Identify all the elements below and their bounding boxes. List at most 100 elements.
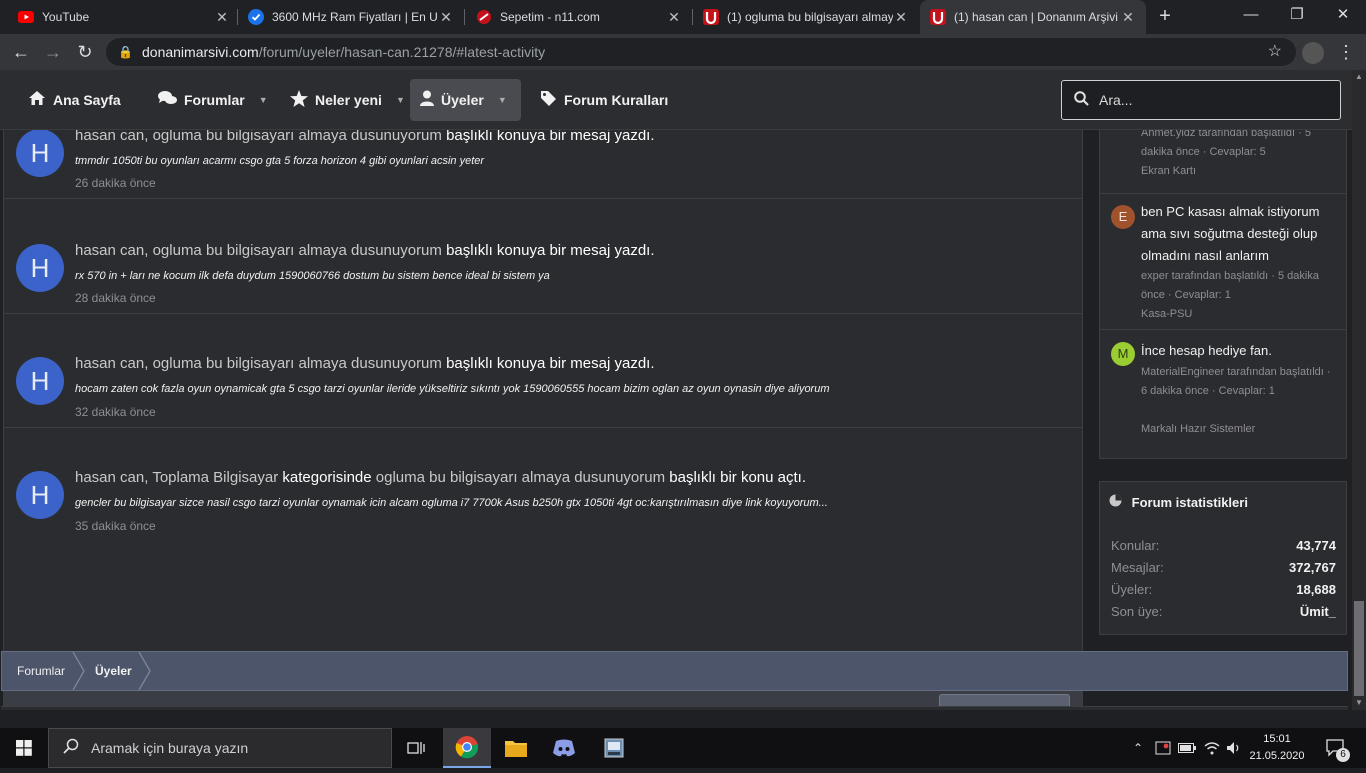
post-time[interactable]: 28 dakika önce — [75, 291, 156, 305]
battery-icon[interactable] — [1176, 728, 1198, 768]
search-placeholder: Ara... — [1099, 92, 1133, 108]
search-icon — [1074, 90, 1089, 110]
newest-member-link[interactable]: Ümit_ — [1300, 604, 1336, 619]
chevron-down-icon[interactable]: ▼ — [259, 95, 268, 105]
back-icon[interactable]: ← — [8, 39, 34, 65]
close-tab-icon[interactable]: ✕ — [438, 9, 454, 26]
tab-ram-prices[interactable]: 3600 MHz Ram Fiyatları | En Uc ✕ — [238, 0, 464, 34]
list-item: H hasan can, ogluma bu bilgisayarı almay… — [4, 199, 1082, 314]
tab-n11[interactable]: Sepetim - n11.com ✕ — [466, 0, 692, 34]
new-tab-icon[interactable]: + — [1152, 4, 1178, 30]
tab-hasan-can-profile[interactable]: (1) hasan can | Donanım Arşivi ✕ — [920, 0, 1146, 34]
discord-icon[interactable] — [540, 728, 588, 768]
thread-link[interactable]: ogluma bu bilgisayarı almaya dusunuyorum — [376, 469, 665, 486]
thread-forum-link[interactable]: Kasa-PSU — [1141, 305, 1337, 324]
avatar[interactable]: H — [16, 244, 64, 292]
chrome-menu-icon[interactable]: ⋮ — [1336, 39, 1356, 65]
minimize-icon[interactable]: — — [1228, 0, 1274, 32]
stat-label: Konular: — [1111, 538, 1160, 553]
thread-link[interactable]: ogluma bu bilgisayarı almaya dusunuyorum — [153, 355, 442, 372]
site-nav: Ana Sayfa Forumlar ▼ Neler yeni ▼ Üyeler… — [0, 70, 1352, 130]
nav-label: Forumlar — [184, 92, 245, 108]
post-snippet[interactable]: tmmdır 1050ti bu oyunları acarmı csgo gt… — [75, 155, 484, 167]
reload-icon[interactable]: ↻ — [72, 39, 98, 65]
windows-taskbar: Aramak için buraya yazın ⌃ 15:01 21.05.2… — [0, 728, 1366, 768]
stat-value: 18,688 — [1296, 582, 1336, 597]
nav-forum-rules[interactable]: Forum Kuralları — [530, 79, 678, 121]
action-text: başlıklı bir konu açtı. — [665, 469, 806, 486]
activity-headline: hasan can, ogluma bu bilgisayarı almaya … — [75, 355, 655, 372]
tray-chevron-up-icon[interactable]: ⌃ — [1128, 728, 1148, 768]
nav-whats-new[interactable]: Neler yeni ▼ — [280, 79, 415, 121]
nav-members[interactable]: Üyeler ▼ — [410, 79, 521, 121]
user-link[interactable]: hasan can — [75, 130, 144, 144]
close-window-icon[interactable]: ✕ — [1320, 0, 1366, 32]
chevron-down-icon[interactable]: ▼ — [396, 95, 405, 105]
separator-text: , — [144, 242, 153, 259]
page-scrollbar[interactable]: ▲ ▼ — [1352, 70, 1366, 710]
task-view-icon[interactable] — [392, 728, 440, 768]
scroll-down-icon[interactable]: ▼ — [1352, 696, 1366, 710]
post-snippet[interactable]: rx 570 in + ları ne kocum ilk defa duydu… — [75, 270, 550, 282]
nav-home[interactable]: Ana Sayfa — [18, 79, 131, 121]
notification-center-icon[interactable]: 6 — [1318, 728, 1354, 768]
latest-activity-feed: H hasan can, ogluma bu bilgisayarı almay… — [3, 130, 1083, 710]
thread-forum-link[interactable]: Ekran Kartı — [1141, 162, 1337, 181]
breadcrumb-item-forums[interactable]: Forumlar — [17, 652, 65, 690]
tray-app-icon[interactable] — [1152, 728, 1174, 768]
thread-title-link[interactable]: İnce hesap hediye fan. — [1141, 340, 1337, 362]
post-time[interactable]: 26 dakika önce — [75, 176, 156, 190]
post-time[interactable]: 35 dakika önce — [75, 519, 156, 533]
close-tab-icon[interactable]: ✕ — [214, 9, 230, 26]
bookmark-star-icon[interactable]: ☆ — [1268, 38, 1282, 66]
thread-meta: Ahmet.yldz tarafından başlatıldı · 5 — [1141, 130, 1311, 139]
nav-label: Neler yeni — [315, 92, 382, 108]
user-link[interactable]: hasan can — [75, 469, 144, 486]
tab-forum-thread[interactable]: (1) ogluma bu bilgisayarı almay ✕ — [693, 0, 919, 34]
taskbar-search-input[interactable]: Aramak için buraya yazın — [48, 728, 392, 768]
close-tab-icon[interactable]: ✕ — [666, 9, 682, 26]
thread-title-link[interactable]: ben PC kasası almak istiyorum ama sıvı s… — [1141, 201, 1337, 267]
avatar[interactable]: H — [16, 471, 64, 519]
volume-icon[interactable] — [1222, 728, 1246, 768]
post-time[interactable]: 32 dakika önce — [75, 405, 156, 419]
avatar[interactable]: E — [1111, 205, 1135, 229]
scrollbar-thumb[interactable] — [1354, 601, 1364, 696]
thread-link[interactable]: ogluma bu bilgisayarı almaya dusunuyorum — [153, 130, 442, 144]
profile-avatar[interactable] — [1302, 42, 1324, 64]
thread-meta: exper tarafından başlatıldı · 5 dakika ö… — [1141, 270, 1319, 301]
taskbar-clock[interactable]: 15:01 21.05.2020 — [1248, 731, 1306, 765]
chrome-taskbar-icon[interactable] — [443, 728, 491, 768]
category-link[interactable]: Toplama Bilgisayar — [152, 469, 278, 486]
forward-icon[interactable]: → — [40, 39, 66, 65]
windows-start-button[interactable] — [0, 728, 48, 768]
post-snippet[interactable]: gencler bu bilgisayar sizce nasil csgo t… — [75, 497, 828, 509]
scroll-up-icon[interactable]: ▲ — [1352, 70, 1366, 84]
file-explorer-icon[interactable] — [492, 728, 540, 768]
avatar[interactable]: H — [16, 130, 64, 177]
thread-forum-link[interactable]: Markalı Hazır Sistemler — [1141, 420, 1337, 439]
tab-youtube[interactable]: YouTube ✕ — [8, 0, 240, 34]
stat-row: Son üye: Ümit_ — [1111, 604, 1336, 619]
address-bar[interactable]: 🔒 donanimarsivi.com/forum/uyeler/hasan-c… — [106, 38, 1296, 66]
app-window-icon[interactable] — [590, 728, 638, 768]
nav-forums[interactable]: Forumlar ▼ — [148, 79, 278, 121]
action-text: başlıklı konuya bir mesaj yazdı. — [441, 242, 655, 259]
wifi-icon[interactable] — [1200, 728, 1224, 768]
breadcrumb-item-members[interactable]: Üyeler — [95, 652, 132, 690]
close-tab-icon[interactable]: ✕ — [1120, 9, 1136, 26]
stat-value: 372,767 — [1289, 560, 1336, 575]
user-link[interactable]: hasan can — [75, 355, 144, 372]
stat-row: Üyeler: 18,688 — [1111, 582, 1336, 597]
restore-icon[interactable]: ❐ — [1274, 0, 1320, 32]
chevron-down-icon[interactable]: ▼ — [498, 95, 507, 105]
user-link[interactable]: hasan can — [75, 242, 144, 259]
site-search-input[interactable]: Ara... — [1061, 80, 1341, 120]
avatar[interactable]: M — [1111, 342, 1135, 366]
thread-link[interactable]: ogluma bu bilgisayarı almaya dusunuyorum — [153, 242, 442, 259]
close-tab-icon[interactable]: ✕ — [893, 9, 909, 26]
activity-headline: hasan can, Toplama Bilgisayar kategorisi… — [75, 469, 806, 486]
avatar[interactable]: H — [16, 357, 64, 405]
action-text: başlıklı konuya bir mesaj yazdı. — [441, 130, 655, 144]
post-snippet[interactable]: hocam zaten cok fazla oyun oynamicak gta… — [75, 383, 830, 395]
